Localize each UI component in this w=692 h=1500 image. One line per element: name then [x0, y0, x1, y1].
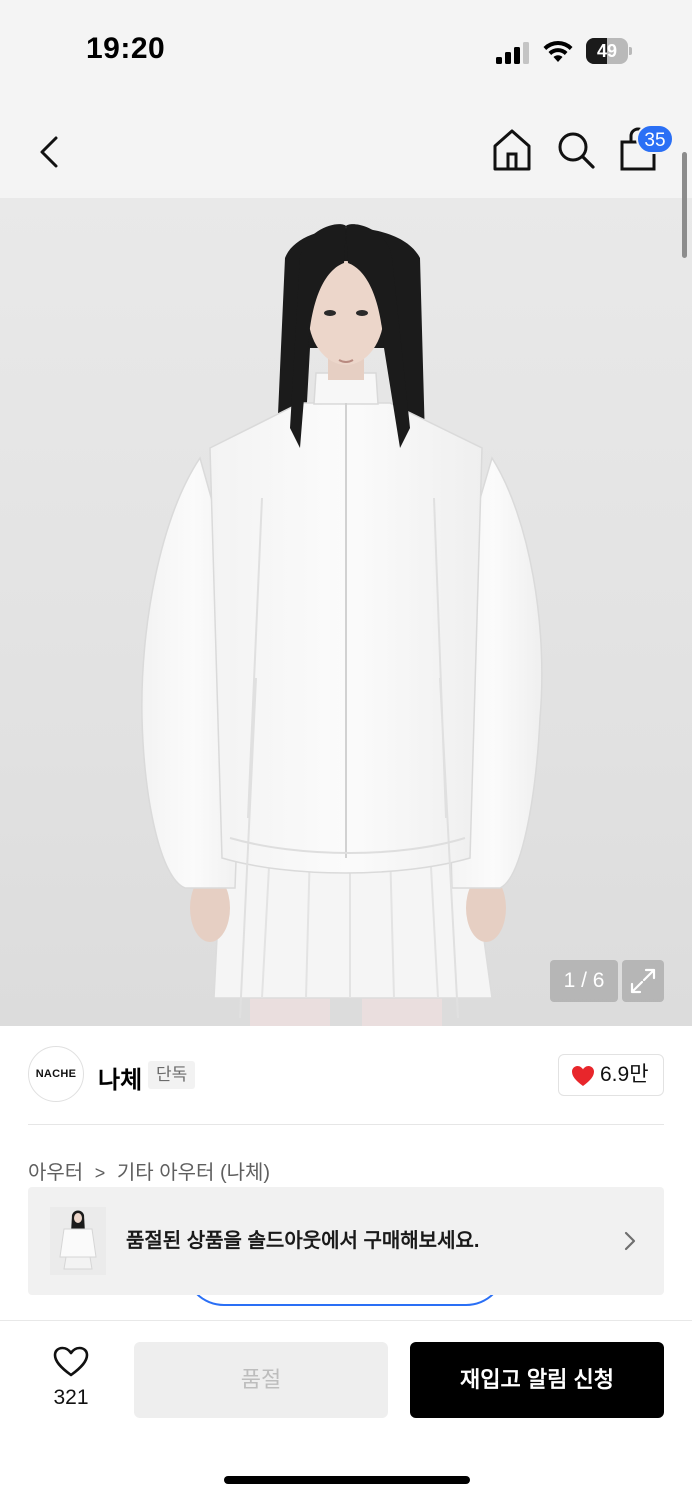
brand-like-count: 6.9만	[600, 1063, 649, 1086]
product-photo	[141, 224, 543, 1026]
wifi-icon	[543, 40, 573, 62]
category-breadcrumb: 아우터 > 기타 아우터 (나체)	[28, 1156, 270, 1185]
exclusive-tag: 단독	[148, 1061, 196, 1089]
brand-logo[interactable]: NACHE	[28, 1046, 84, 1102]
brand-like-button[interactable]: 6.9만	[558, 1054, 664, 1096]
image-page-counter: 1 / 6	[550, 960, 618, 1002]
breadcrumb-separator: >	[94, 1163, 106, 1183]
cart-count-badge[interactable]: 35	[636, 124, 674, 154]
breadcrumb-level1[interactable]: 아우터	[28, 1162, 83, 1184]
chevron-right-icon	[624, 1231, 636, 1251]
heart-outline-icon	[53, 1346, 89, 1377]
status-time: 19:20	[86, 32, 166, 65]
battery-icon: 49	[586, 38, 632, 64]
soldout-marketplace-banner[interactable]: 품절된 상품을 솔드아웃에서 구매해보세요.	[28, 1187, 664, 1295]
breadcrumb-level2[interactable]: 기타 아우터 (나체)	[117, 1162, 270, 1184]
wishlist-count: 321	[53, 1386, 89, 1409]
product-detail-screen: 19:20 49 35 1 / 6 NACHE 나체 단독 6.9만 아우터 >…	[0, 0, 692, 1500]
brand-name[interactable]: 나체	[98, 1060, 142, 1095]
soldout-button[interactable]: 품절	[134, 1342, 388, 1418]
soldout-banner-text: 품절된 상품을 솔드아웃에서 구매해보세요.	[126, 1230, 480, 1252]
search-icon[interactable]	[554, 128, 598, 172]
banner-product-thumbnail	[50, 1207, 106, 1275]
wishlist-button[interactable]: 321	[40, 1342, 102, 1418]
expand-icon[interactable]	[622, 960, 664, 1002]
heart-filled-icon	[572, 1066, 594, 1086]
home-indicator[interactable]	[224, 1476, 470, 1484]
top-navigation-bar	[0, 100, 692, 198]
back-icon[interactable]	[28, 130, 72, 174]
cellular-signal-icon	[496, 42, 529, 64]
section-divider	[28, 1124, 664, 1125]
product-image-gallery[interactable]	[0, 198, 692, 1026]
scroll-indicator[interactable]	[682, 152, 687, 258]
battery-level-text: 49	[596, 41, 618, 61]
status-bar: 19:20 49	[0, 0, 692, 100]
restock-alert-button[interactable]: 재입고 알림 신청	[410, 1342, 664, 1418]
home-icon[interactable]	[490, 126, 534, 174]
